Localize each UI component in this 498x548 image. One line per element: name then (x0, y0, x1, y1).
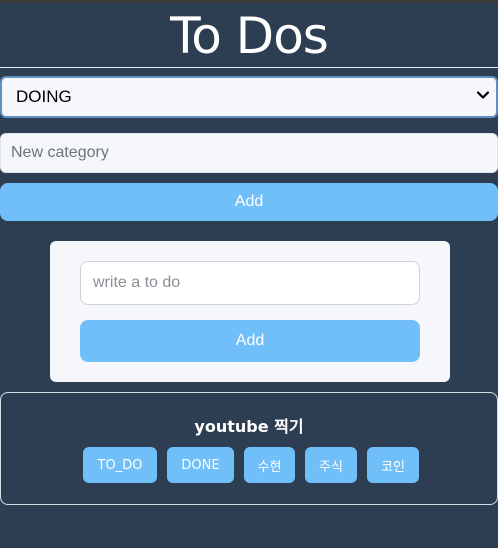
move-to-stocks-button[interactable]: 주식 (305, 447, 357, 483)
move-to-todo-button[interactable]: TO_DO (83, 447, 157, 483)
todo-item: youtube 찍기 TO_DO DONE 수현 주식 코인 (0, 392, 498, 505)
todo-item-text: youtube 찍기 (194, 417, 304, 436)
add-todo-button[interactable]: Add (80, 320, 420, 362)
todo-input[interactable]: write a to do (80, 261, 420, 305)
chevron-down-icon (476, 91, 490, 99)
todo-form-card: write a to do Add (50, 241, 450, 382)
category-select[interactable]: DOING (0, 76, 498, 118)
title-divider (0, 67, 498, 68)
window-top-edge (0, 0, 498, 3)
category-select-value: DOING (16, 87, 72, 106)
add-category-button[interactable]: Add (0, 183, 498, 221)
todo-item-actions: TO_DO DONE 수현 주식 코인 (83, 447, 419, 483)
move-to-done-button[interactable]: DONE (167, 447, 234, 483)
new-category-input[interactable]: New category (0, 133, 498, 173)
move-to-suhyeon-button[interactable]: 수현 (244, 447, 295, 483)
move-to-coin-button[interactable]: 코인 (367, 447, 419, 483)
page-title: To Dos (170, 7, 329, 65)
